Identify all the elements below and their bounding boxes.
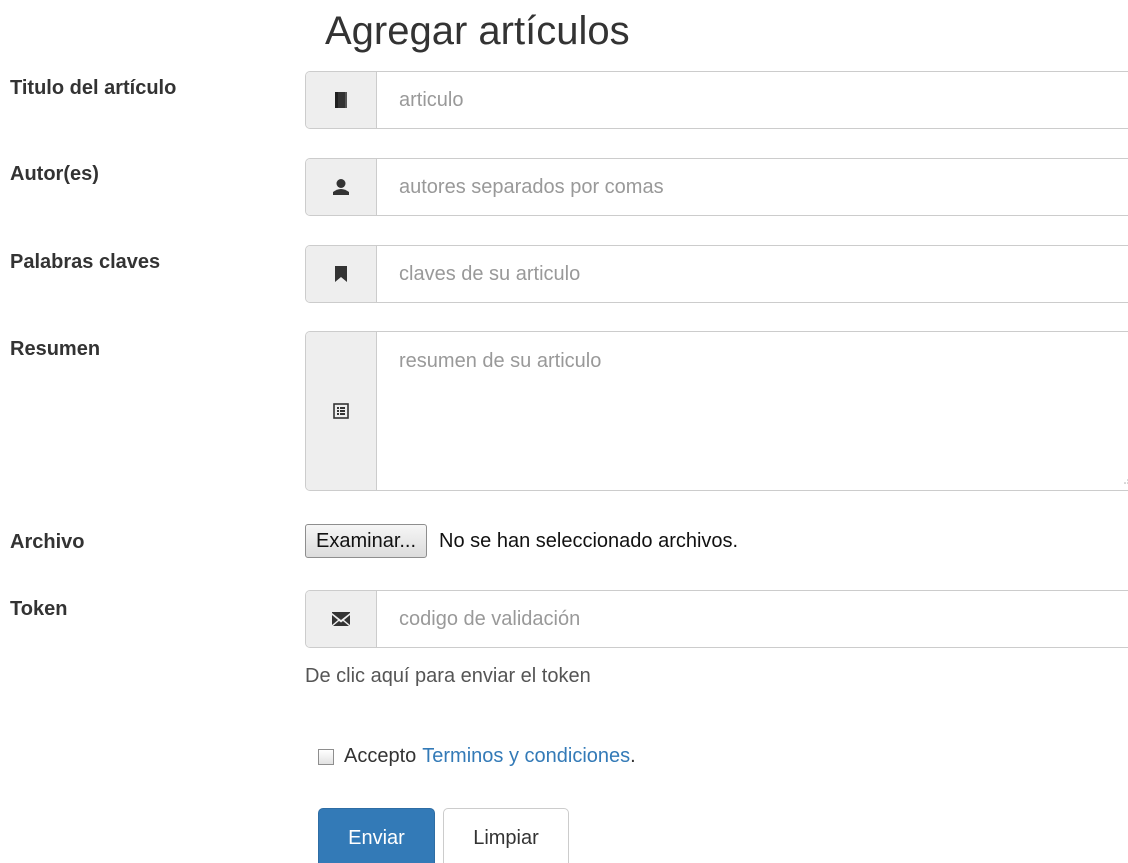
file-input: Examinar... No se han seleccionado archi…: [305, 522, 738, 560]
summary-textarea[interactable]: [377, 332, 1128, 490]
user-icon: [306, 159, 377, 215]
token-label: Token: [10, 598, 68, 620]
reset-button[interactable]: Limpiar: [443, 808, 569, 863]
file-label: Archivo: [10, 531, 85, 553]
terms-checkbox[interactable]: [318, 748, 334, 765]
browse-button[interactable]: Examinar...: [305, 524, 428, 558]
send-token-link[interactable]: De clic aquí para enviar el token: [305, 665, 591, 688]
keywords-input[interactable]: [377, 246, 1128, 302]
add-article-page: Agregar artículos Titulo del artículo Au…: [0, 0, 1128, 863]
envelope-icon: [306, 591, 377, 647]
token-input-group: [305, 590, 1128, 648]
article-title-input[interactable]: [377, 72, 1128, 128]
file-status: No se han seleccionado archivos.: [439, 529, 739, 552]
resize-grip-icon[interactable]: [1124, 476, 1128, 484]
keywords-input-group: [305, 245, 1128, 303]
summary-label: Resumen: [10, 338, 101, 360]
book-icon: [306, 72, 377, 128]
article-title-input-group: [305, 71, 1128, 129]
summary-input-group: [305, 331, 1128, 491]
terms-prefix: Accepto: [344, 745, 417, 767]
page-title: Agregar artículos: [325, 9, 630, 53]
authors-input-group: [305, 158, 1128, 216]
authors-input[interactable]: [377, 159, 1128, 215]
submit-button[interactable]: Enviar: [318, 808, 435, 863]
terms-suffix: .: [630, 745, 636, 767]
terms-row: Accepto Terminos y condiciones .: [318, 745, 636, 768]
article-title-label: Titulo del artículo: [10, 77, 177, 99]
authors-label: Autor(es): [10, 163, 99, 185]
token-input[interactable]: [377, 591, 1128, 647]
keywords-label: Palabras claves: [10, 251, 161, 273]
bookmark-icon: [306, 246, 377, 302]
terms-link[interactable]: Terminos y condiciones: [422, 745, 630, 768]
list-alt-icon: [306, 332, 377, 490]
